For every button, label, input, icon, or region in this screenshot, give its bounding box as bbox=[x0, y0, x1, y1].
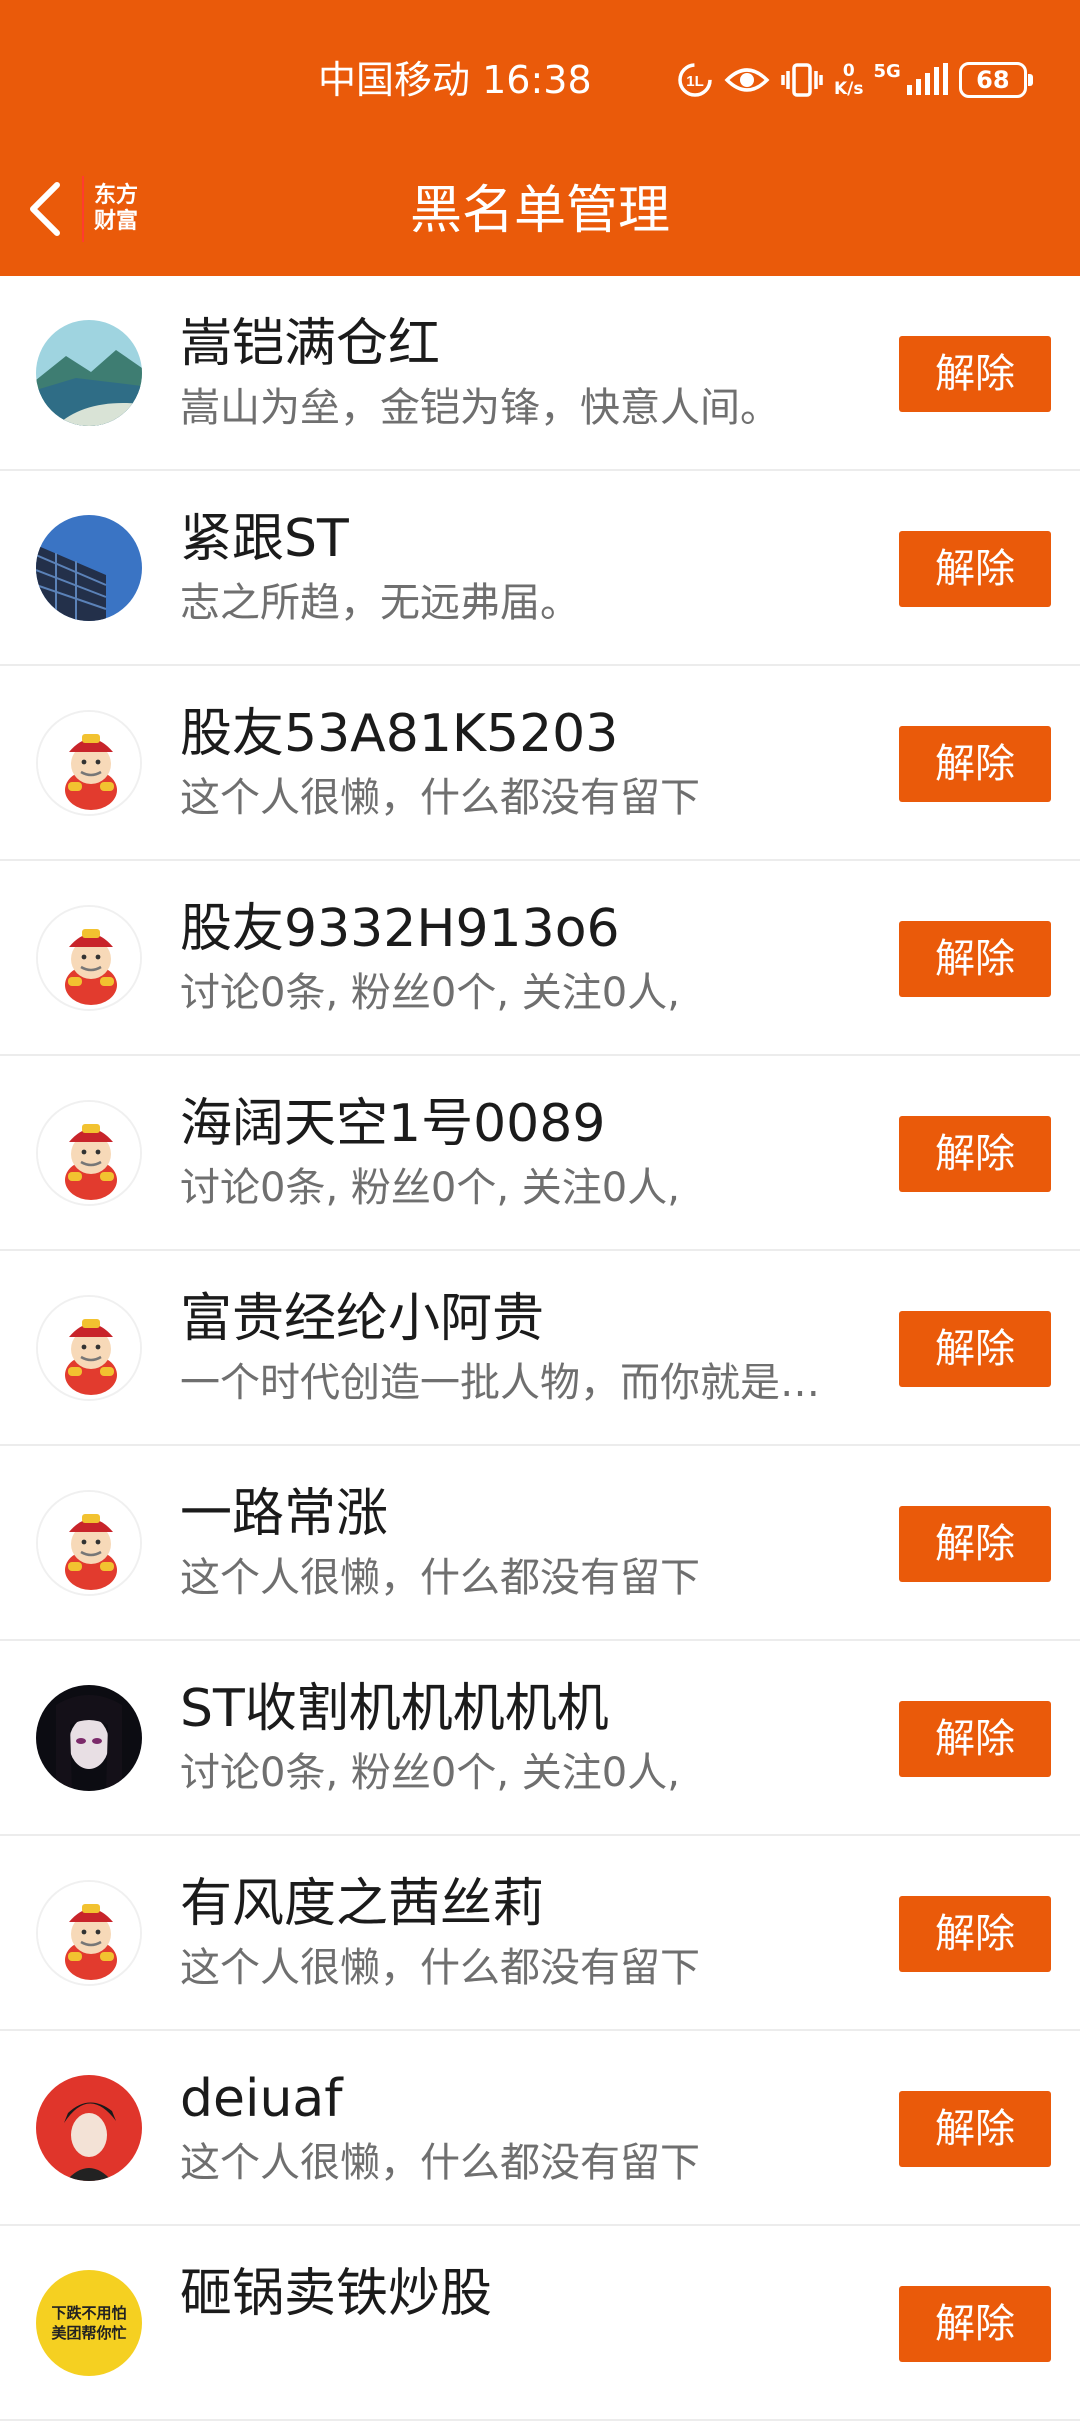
vibrate-icon bbox=[780, 61, 824, 99]
list-item: 富贵经纶小阿贵一个时代创造一批人物，而你就是… 解除 bbox=[0, 1251, 1080, 1446]
status-bar: 中国移动 16:38 1L 0 K/s 5G 68 bbox=[0, 48, 1080, 112]
unblock-button[interactable]: 解除 bbox=[899, 2286, 1051, 2362]
list-item: 股友53A81K5203 这个人很懒，什么都没有留下 解除 bbox=[0, 666, 1080, 861]
avatar[interactable] bbox=[36, 2075, 142, 2181]
battery-level: 68 bbox=[976, 66, 1010, 94]
net-speed-value: 0 bbox=[842, 61, 855, 81]
logo-line-1: 东方 bbox=[93, 183, 138, 208]
net-speed-unit: K/s bbox=[834, 79, 864, 99]
user-bio: 志之所趋，无远弗届。 bbox=[180, 580, 580, 626]
user-name: 砸锅卖铁炒股 bbox=[180, 2264, 493, 2324]
avatar-text-line-1: 下跌不用怕 bbox=[51, 2304, 127, 2322]
avatar[interactable] bbox=[36, 1295, 142, 1401]
unblock-button[interactable]: 解除 bbox=[899, 1701, 1051, 1777]
avatar-text-line-2: 美团帮你忙 bbox=[51, 2324, 127, 2342]
avatar[interactable] bbox=[36, 710, 142, 816]
user-name: 一路常涨 bbox=[180, 1484, 389, 1544]
blocked-user-list: 嵩铠满仓红 嵩山为垒，金铠为锋，快意人间。 解除 紧跟ST 志之所趋，无远弗届。 解除 股友… bbox=[0, 276, 1080, 2421]
unblock-button[interactable]: 解除 bbox=[899, 1116, 1051, 1192]
list-item: 海阔天空1号0089 讨论0条, 粉丝0个, 关注0人, 解除 bbox=[0, 1056, 1080, 1251]
avatar[interactable] bbox=[36, 320, 142, 426]
user-bio: 这个人很懒，什么都没有留下 bbox=[180, 1945, 700, 1991]
unblock-button[interactable]: 解除 bbox=[899, 726, 1051, 802]
unblock-button[interactable]: 解除 bbox=[899, 531, 1051, 607]
list-item: 嵩铠满仓红嵩山为垒，金铠为锋，快意人间。 解除 bbox=[0, 276, 1080, 471]
user-name: deiuaf bbox=[180, 2069, 343, 2129]
user-name: ST收割机机机机机 bbox=[180, 1679, 609, 1739]
user-name: 有风度之茜丝莉 bbox=[180, 1874, 545, 1934]
back-button[interactable] bbox=[20, 178, 70, 244]
avatar[interactable]: 下跌不用怕美团帮你忙 bbox=[36, 2270, 142, 2376]
user-bio: 这个人很懒，什么都没有留下 bbox=[180, 775, 700, 821]
unblock-button[interactable]: 解除 bbox=[899, 1311, 1051, 1387]
user-name: 海阔天空1号0089 bbox=[180, 1094, 606, 1154]
network-speed-icon: 0 K/s bbox=[834, 62, 864, 98]
avatar[interactable] bbox=[36, 1685, 142, 1791]
nav-bar: 东方 财富 黑名单管理 bbox=[0, 156, 1080, 266]
user-name: 富贵经纶小阿贵 bbox=[180, 1289, 545, 1349]
network-type: 5G bbox=[873, 61, 901, 82]
user-bio: 讨论0条, 粉丝0个, 关注0人, bbox=[180, 1750, 680, 1796]
user-bio: 讨论0条, 粉丝0个, 关注0人, bbox=[180, 970, 680, 1016]
unblock-button[interactable]: 解除 bbox=[899, 921, 1051, 997]
unblock-button[interactable]: 解除 bbox=[899, 1506, 1051, 1582]
eye-comfort-icon bbox=[724, 63, 770, 97]
user-name: 紧跟ST bbox=[180, 509, 349, 569]
unblock-button[interactable]: 解除 bbox=[899, 1896, 1051, 1972]
battery-icon: 68 bbox=[958, 62, 1033, 98]
hd-voice-icon: 1L bbox=[676, 61, 714, 99]
app-header: 中国移动 16:38 1L 0 K/s 5G 68 东方 财富 黑名单管理 bbox=[0, 0, 1080, 276]
avatar[interactable] bbox=[36, 1880, 142, 1986]
user-name: 股友9332H913o6 bbox=[180, 899, 620, 959]
user-bio: 这个人很懒，什么都没有留下 bbox=[180, 1555, 700, 1601]
avatar[interactable] bbox=[36, 905, 142, 1011]
user-name: 嵩铠满仓红 bbox=[180, 314, 441, 374]
chevron-left-icon bbox=[25, 179, 65, 243]
list-item: 紧跟ST 志之所趋，无远弗届。 解除 bbox=[0, 471, 1080, 666]
user-bio: 这个人很懒，什么都没有留下 bbox=[180, 2140, 700, 2186]
unblock-button[interactable]: 解除 bbox=[899, 2091, 1051, 2167]
list-item: 一路常涨这个人很懒，什么都没有留下 解除 bbox=[0, 1446, 1080, 1641]
list-item: ST收割机机机机机讨论0条, 粉丝0个, 关注0人, 解除 bbox=[0, 1641, 1080, 1836]
clock-time: 16:38 bbox=[482, 58, 592, 102]
user-bio: 嵩山为垒，金铠为锋，快意人间。 bbox=[180, 385, 780, 431]
carrier-label: 中国移动 bbox=[318, 58, 471, 102]
unblock-button[interactable]: 解除 bbox=[899, 336, 1051, 412]
status-carrier-time: 中国移动 16:38 bbox=[318, 52, 592, 108]
user-bio: 讨论0条, 粉丝0个, 关注0人, bbox=[180, 1165, 680, 1211]
app-logo[interactable]: 东方 财富 bbox=[82, 176, 148, 242]
status-icons: 1L 0 K/s 5G 68 bbox=[676, 52, 1033, 108]
user-bio: 一个时代创造一批人物，而你就是… bbox=[180, 1360, 820, 1406]
svg-text:1L: 1L bbox=[686, 73, 704, 90]
list-item: 下跌不用怕 美团帮你忙 砸锅卖铁炒股 解除 bbox=[0, 2226, 1080, 2421]
list-item: 股友9332H913o6 讨论0条, 粉丝0个, 关注0人, 解除 bbox=[0, 861, 1080, 1056]
signal-icon: 5G bbox=[874, 63, 949, 97]
list-item: 有风度之茜丝莉这个人很懒，什么都没有留下 解除 bbox=[0, 1836, 1080, 2031]
logo-line-2: 财富 bbox=[93, 209, 138, 234]
avatar[interactable] bbox=[36, 1100, 142, 1206]
avatar[interactable] bbox=[36, 1490, 142, 1596]
list-item: deiuaf 这个人很懒，什么都没有留下 解除 bbox=[0, 2031, 1080, 2226]
avatar[interactable] bbox=[36, 515, 142, 621]
user-name: 股友53A81K5203 bbox=[180, 704, 619, 764]
page-title: 黑名单管理 bbox=[409, 181, 670, 241]
